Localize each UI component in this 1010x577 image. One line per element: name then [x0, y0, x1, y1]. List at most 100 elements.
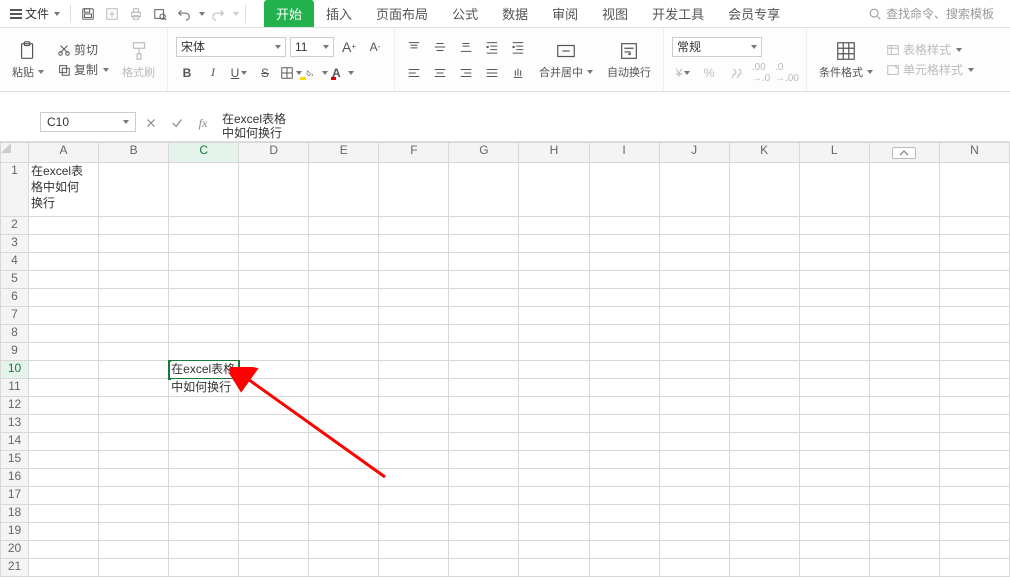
cell[interactable]	[29, 307, 99, 325]
cell[interactable]	[169, 307, 239, 325]
cell[interactable]	[239, 379, 309, 397]
cell[interactable]	[659, 271, 729, 289]
font-color-button[interactable]: A	[332, 63, 354, 83]
fill-color-button[interactable]	[306, 63, 328, 83]
col-header[interactable]: E	[309, 143, 379, 163]
cell[interactable]	[99, 451, 169, 469]
cell[interactable]	[519, 235, 589, 253]
cell[interactable]	[239, 415, 309, 433]
cell[interactable]	[169, 235, 239, 253]
cell[interactable]	[169, 289, 239, 307]
undo-dropdown-icon[interactable]	[199, 12, 205, 16]
cell[interactable]	[729, 433, 799, 451]
cell[interactable]	[799, 397, 869, 415]
cell[interactable]	[869, 469, 939, 487]
copy-button[interactable]: 复制	[54, 61, 112, 79]
cell[interactable]	[449, 163, 519, 217]
cell[interactable]	[169, 469, 239, 487]
cell[interactable]	[309, 397, 379, 415]
insert-function-button[interactable]: fx	[192, 112, 214, 134]
cell[interactable]	[659, 487, 729, 505]
tab-member[interactable]: 会员专享	[716, 0, 792, 27]
align-middle-button[interactable]	[429, 37, 451, 57]
increase-decimal-button[interactable]: .00→.0	[750, 63, 772, 83]
qat-print-button[interactable]	[125, 3, 147, 25]
cell[interactable]	[869, 217, 939, 235]
cell[interactable]	[29, 361, 99, 379]
cell[interactable]	[379, 361, 449, 379]
cell[interactable]	[309, 541, 379, 559]
cell[interactable]	[589, 343, 659, 361]
cell[interactable]	[29, 271, 99, 289]
row-header[interactable]: 2	[1, 217, 29, 235]
cell[interactable]	[659, 235, 729, 253]
cell[interactable]	[519, 379, 589, 397]
cell[interactable]	[519, 271, 589, 289]
align-bottom-button[interactable]	[455, 37, 477, 57]
increase-indent-button[interactable]	[507, 37, 529, 57]
file-menu[interactable]: 文件	[6, 3, 64, 24]
align-left-button[interactable]	[403, 63, 425, 83]
cell[interactable]	[239, 253, 309, 271]
cell[interactable]	[99, 541, 169, 559]
cell[interactable]	[659, 415, 729, 433]
cell[interactable]	[799, 235, 869, 253]
cell[interactable]	[589, 559, 659, 577]
cell[interactable]	[99, 163, 169, 217]
cell[interactable]	[869, 289, 939, 307]
cell[interactable]	[169, 451, 239, 469]
wrap-text-button[interactable]: 自动换行	[603, 32, 655, 88]
cell[interactable]	[379, 307, 449, 325]
cell[interactable]	[29, 523, 99, 541]
cell[interactable]	[869, 307, 939, 325]
cell[interactable]	[939, 469, 1009, 487]
cell[interactable]	[29, 343, 99, 361]
cell[interactable]	[869, 253, 939, 271]
cell[interactable]	[379, 433, 449, 451]
cell[interactable]	[169, 271, 239, 289]
cell[interactable]	[519, 433, 589, 451]
cell[interactable]	[659, 541, 729, 559]
cell[interactable]	[519, 325, 589, 343]
cell[interactable]	[239, 163, 309, 217]
cell[interactable]	[659, 289, 729, 307]
row-header[interactable]: 14	[1, 433, 29, 451]
col-header[interactable]: K	[729, 143, 799, 163]
cell[interactable]	[449, 451, 519, 469]
cell[interactable]	[99, 469, 169, 487]
cell[interactable]	[29, 235, 99, 253]
cell[interactable]	[309, 433, 379, 451]
cell[interactable]	[659, 469, 729, 487]
cell[interactable]	[169, 523, 239, 541]
cell[interactable]	[869, 397, 939, 415]
cell[interactable]	[939, 379, 1009, 397]
cell[interactable]	[939, 415, 1009, 433]
cell[interactable]	[869, 325, 939, 343]
cell[interactable]	[449, 397, 519, 415]
qat-save-button[interactable]	[77, 3, 99, 25]
cell[interactable]	[659, 163, 729, 217]
strike-button[interactable]: S	[254, 63, 276, 83]
cell[interactable]	[449, 433, 519, 451]
cell[interactable]	[799, 433, 869, 451]
cell[interactable]	[939, 451, 1009, 469]
cell[interactable]	[449, 307, 519, 325]
cell[interactable]	[589, 505, 659, 523]
cell-style-button[interactable]: 单元格样式	[883, 61, 977, 79]
cell[interactable]	[519, 415, 589, 433]
cell[interactable]	[169, 325, 239, 343]
decrease-decimal-button[interactable]: .0→.00	[776, 63, 798, 83]
cell[interactable]	[589, 361, 659, 379]
row-header[interactable]: 21	[1, 559, 29, 577]
cell[interactable]	[939, 523, 1009, 541]
currency-button[interactable]: ¥	[672, 63, 694, 83]
cell[interactable]	[519, 559, 589, 577]
cell[interactable]	[729, 361, 799, 379]
cell[interactable]	[659, 523, 729, 541]
cell[interactable]	[939, 541, 1009, 559]
cell[interactable]	[519, 541, 589, 559]
cell[interactable]	[379, 271, 449, 289]
row-header[interactable]: 1	[1, 163, 29, 217]
row-header[interactable]: 20	[1, 541, 29, 559]
cell[interactable]	[869, 559, 939, 577]
